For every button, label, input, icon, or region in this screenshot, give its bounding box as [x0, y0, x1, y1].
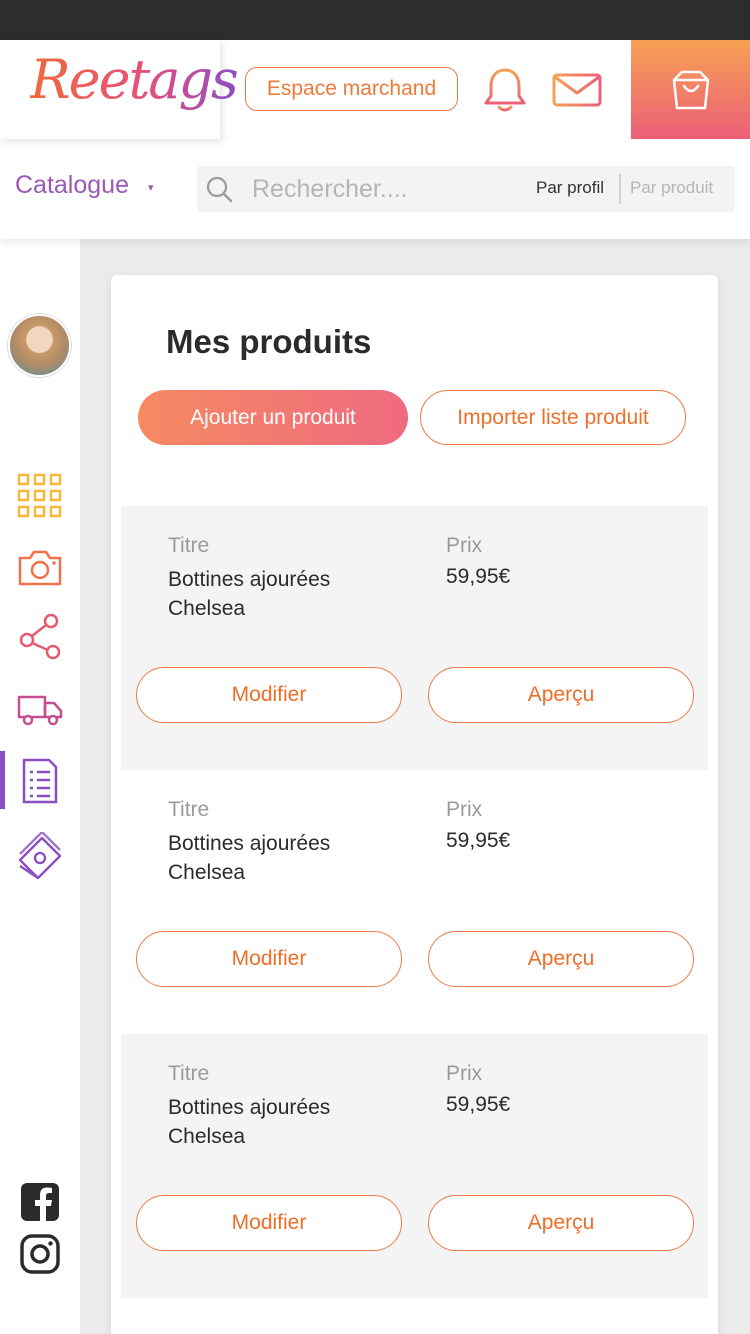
money-icon[interactable] — [16, 832, 64, 880]
product-price: 59,95€ — [446, 565, 511, 588]
page-title: Mes produits — [166, 323, 372, 360]
delivery-truck-icon[interactable] — [16, 685, 64, 733]
sidebar — [0, 239, 80, 1334]
grid-icon[interactable] — [16, 472, 64, 520]
product-price: 59,95€ — [446, 829, 511, 852]
merchant-space-button[interactable]: Espace marchand — [245, 67, 458, 111]
search-by-product[interactable]: Par produit — [630, 178, 713, 198]
cart-button[interactable] — [631, 40, 750, 139]
camera-icon[interactable] — [16, 544, 64, 592]
search-bar: Catalogue ▾ Par profil Par produit — [0, 139, 750, 239]
preview-button[interactable]: Aperçu — [428, 1195, 694, 1251]
search-input[interactable] — [252, 172, 462, 206]
preview-button[interactable]: Aperçu — [428, 667, 694, 723]
products-card: Mes produits Ajouter un produit Importer… — [111, 275, 718, 1334]
preview-button[interactable]: Aperçu — [428, 931, 694, 987]
status-bar — [0, 0, 750, 40]
logo-text: Reetags — [30, 48, 239, 111]
share-icon[interactable] — [16, 612, 64, 660]
product-price: 59,95€ — [446, 1093, 511, 1116]
divider — [619, 174, 621, 204]
product-item: Titre Bottines ajourées Chelsea Prix 59,… — [121, 770, 708, 1034]
title-label: Titre — [168, 798, 210, 821]
add-product-button[interactable]: Ajouter un produit — [138, 390, 408, 445]
price-label: Prix — [446, 1062, 483, 1085]
product-title: Bottines ajourées Chelsea — [168, 568, 331, 620]
product-title: Bottines ajourées Chelsea — [168, 832, 331, 884]
edit-button[interactable]: Modifier — [136, 1195, 402, 1251]
document-list-icon[interactable] — [16, 757, 64, 805]
active-indicator — [0, 751, 5, 809]
product-item: Titre Bottines ajourées Chelsea Prix 59,… — [121, 506, 708, 770]
product-title: Bottines ajourées Chelsea — [168, 1096, 331, 1148]
product-item: Titre Bottines ajourées Chelsea Prix 59,… — [121, 1034, 708, 1298]
bell-icon[interactable] — [482, 66, 528, 114]
logo[interactable]: Reetags — [0, 40, 239, 139]
shopping-bag-icon — [672, 70, 709, 109]
facebook-icon[interactable] — [20, 1182, 60, 1222]
catalogue-dropdown[interactable]: Catalogue — [15, 171, 129, 200]
search-by-profile[interactable]: Par profil — [536, 178, 604, 198]
search-icon[interactable] — [205, 175, 233, 203]
edit-button[interactable]: Modifier — [136, 667, 402, 723]
price-label: Prix — [446, 798, 483, 821]
edit-button[interactable]: Modifier — [136, 931, 402, 987]
header: Reetags Espace marchand — [0, 40, 750, 139]
instagram-icon[interactable] — [20, 1234, 60, 1274]
title-label: Titre — [168, 1062, 210, 1085]
search-field[interactable]: Par profil Par produit — [197, 166, 735, 212]
avatar[interactable] — [8, 314, 71, 377]
import-product-list-button[interactable]: Importer liste produit — [420, 390, 686, 445]
chevron-down-icon[interactable]: ▾ — [148, 181, 154, 194]
title-label: Titre — [168, 534, 210, 557]
mail-icon[interactable] — [552, 72, 602, 108]
price-label: Prix — [446, 534, 483, 557]
